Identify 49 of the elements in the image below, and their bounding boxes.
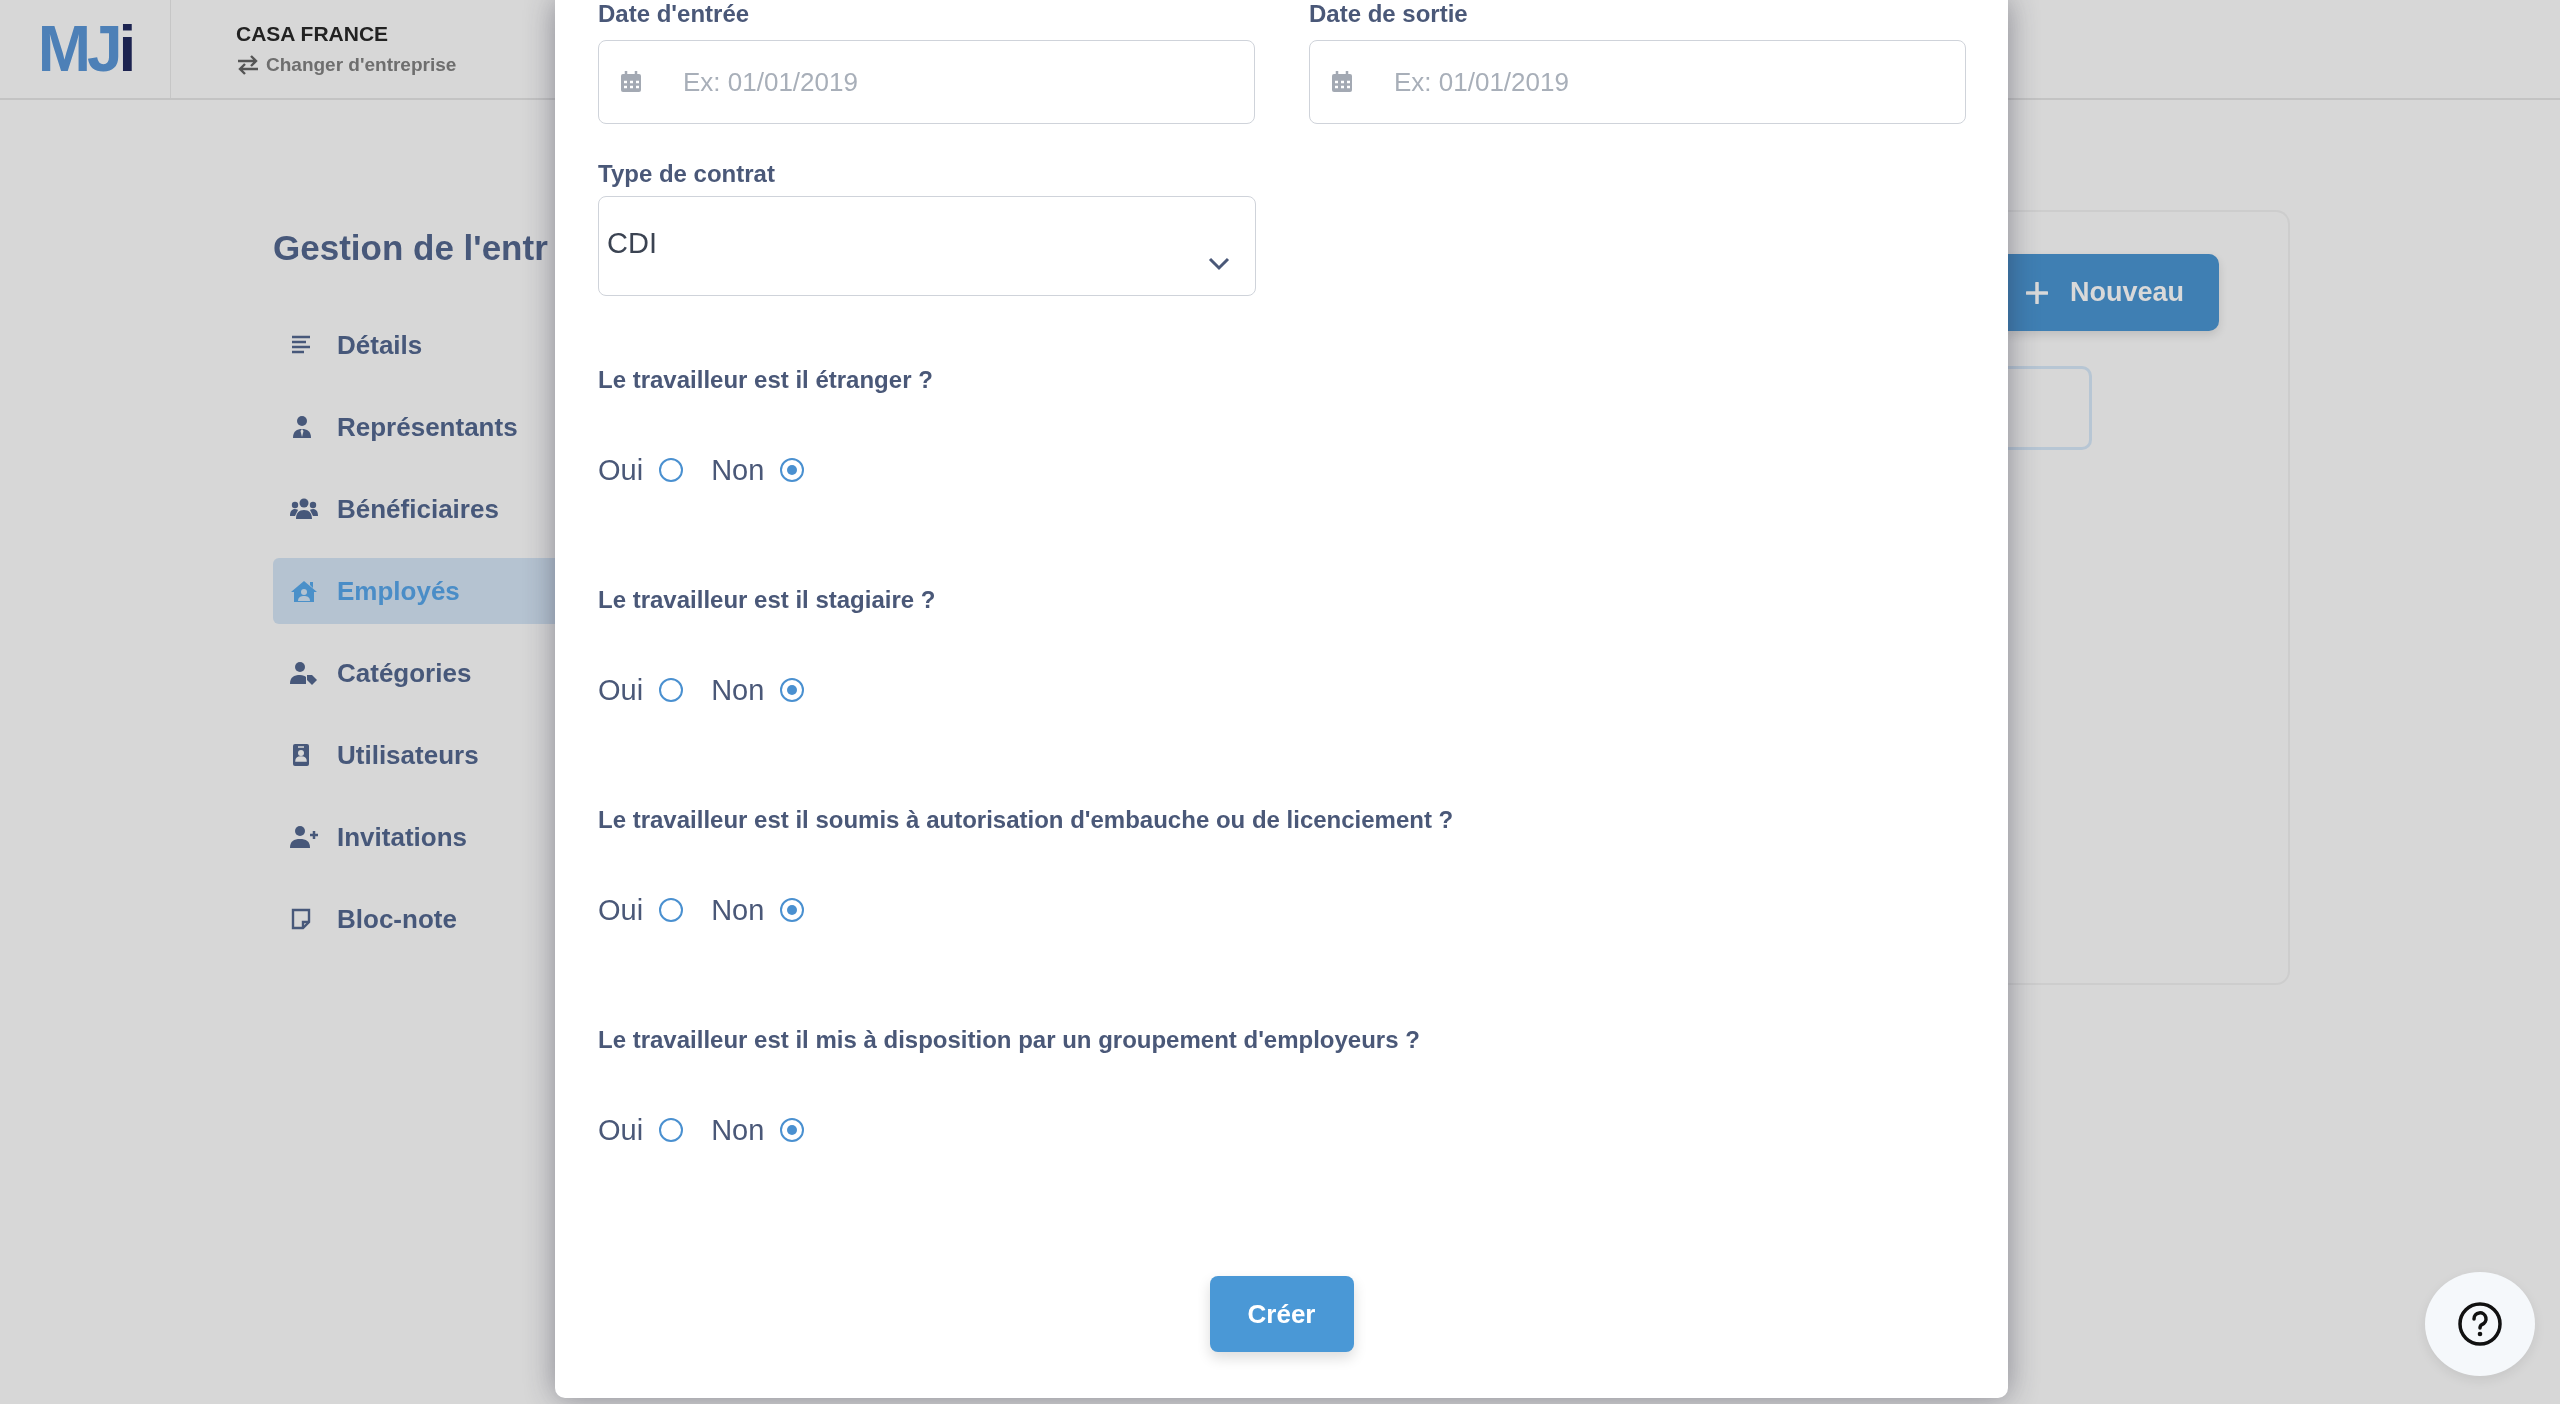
people-group-icon: [290, 497, 318, 521]
radio-option[interactable]: Oui: [598, 1113, 684, 1147]
radio-button[interactable]: [659, 458, 684, 482]
field-label: Date de sortie: [1309, 0, 1469, 28]
radio-option[interactable]: Oui: [598, 673, 684, 707]
radio-button[interactable]: [659, 678, 684, 702]
radio-option[interactable]: Non: [711, 1113, 805, 1147]
field-label: Date d'entrée: [598, 0, 751, 28]
house-person-icon: [290, 579, 318, 603]
radio-option[interactable]: Non: [711, 893, 805, 927]
chevron-down-icon: [1208, 257, 1230, 271]
sidebar-item[interactable]: Catégories: [273, 640, 555, 706]
radio-option[interactable]: Non: [711, 673, 805, 707]
radio-button[interactable]: [780, 898, 805, 922]
calendar-icon: [1331, 71, 1353, 93]
radio-option[interactable]: Non: [711, 453, 805, 487]
question-circle-icon: [2457, 1301, 2503, 1347]
radio-button[interactable]: [780, 1118, 805, 1142]
radio-button[interactable]: [659, 1118, 684, 1142]
person-plus-icon: [290, 825, 318, 849]
logo: MJi: [37, 12, 133, 86]
date-field[interactable]: Ex: 01/01/2019: [1309, 40, 1966, 124]
radio-button[interactable]: [780, 458, 805, 482]
sidebar-item[interactable]: Utilisateurs: [273, 722, 555, 788]
radio-button[interactable]: [780, 678, 805, 702]
date-field[interactable]: Ex: 01/01/2019: [598, 40, 1255, 124]
sidebar-item[interactable]: Représentants: [273, 394, 555, 460]
sidebar-item[interactable]: Détails: [273, 312, 555, 378]
radio-button[interactable]: [659, 898, 684, 922]
sidebar-item[interactable]: Bénéficiaires: [273, 476, 555, 542]
page-title: Gestion de l'entr: [273, 228, 549, 268]
new-button[interactable]: Nouveau: [2008, 254, 2219, 331]
swap-arrows-icon: [236, 55, 260, 75]
calendar-icon: [620, 71, 642, 93]
plus-icon: [2026, 281, 2048, 304]
radio-option[interactable]: Oui: [598, 453, 684, 487]
create-button[interactable]: Créer: [1209, 1276, 1354, 1352]
question-label: Le travailleur est il stagiaire ?: [598, 586, 937, 614]
company-name: CASA FRANCE: [236, 22, 390, 46]
contract-select[interactable]: CDI: [598, 196, 1256, 296]
question-label: Le travailleur est il étranger ?: [598, 366, 934, 394]
question-label: Le travailleur est il soumis à autorisation d'embauche ou de licenciement ?: [598, 806, 1455, 834]
field-label: Type de contrat: [598, 160, 776, 188]
person-tag-icon: [290, 661, 318, 685]
switch-company-link[interactable]: Changer d'entreprise: [236, 54, 457, 76]
radio-option[interactable]: Oui: [598, 893, 684, 927]
question-label: Le travailleur est il mis à disposition par un groupement d'employeurs ?: [598, 1026, 1421, 1054]
sidebar-item[interactable]: Bloc-note: [273, 886, 555, 952]
sidebar-item[interactable]: Invitations: [273, 804, 555, 870]
